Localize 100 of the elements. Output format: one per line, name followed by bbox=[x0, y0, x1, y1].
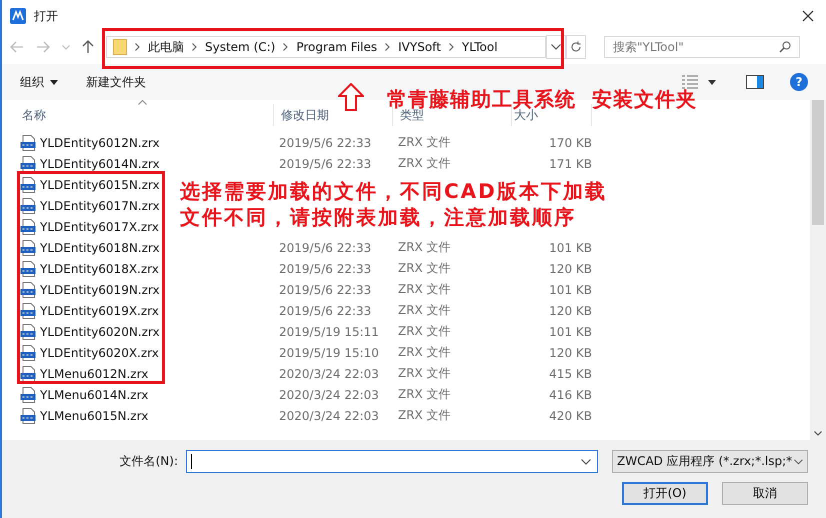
file-name[interactable]: YLMenu6014N.zrx bbox=[40, 388, 148, 402]
chevron-right-icon bbox=[283, 43, 288, 51]
file-icon bbox=[20, 260, 36, 276]
table-cell-text: 171 KB bbox=[548, 156, 592, 170]
file-name[interactable]: YLDEntity6020X.zrx bbox=[40, 346, 159, 360]
chevron-right-icon bbox=[385, 43, 390, 51]
file-icon bbox=[20, 134, 36, 150]
file-name[interactable]: YLDEntity6017X.zrx bbox=[40, 220, 159, 234]
file-name[interactable]: YLDEntity6017N.zrx bbox=[40, 198, 160, 212]
chevron-down-icon bbox=[551, 44, 561, 50]
caret-down-icon[interactable] bbox=[708, 80, 716, 84]
table-cell-text: ZRX 文件 bbox=[397, 386, 452, 403]
file-icon bbox=[20, 386, 36, 402]
table-cell-text: 2019/5/6 22:33 bbox=[278, 240, 372, 254]
breadcrumb-item[interactable]: 此电脑 bbox=[148, 38, 184, 56]
table-cell-text: 2020/3/24 22:03 bbox=[278, 388, 380, 402]
file-name[interactable]: YLMenu6012N.zrx bbox=[40, 366, 148, 380]
file-type-dropdown[interactable]: ZWCAD 应用程序 (*.zrx;*.lsp;* bbox=[612, 450, 808, 473]
search-icon bbox=[779, 41, 791, 53]
file-icon bbox=[20, 176, 36, 192]
table-cell-text: 416 KB bbox=[548, 388, 592, 402]
open-button[interactable]: 打开(O) bbox=[622, 482, 708, 505]
address-bar[interactable]: 此电脑 System (C:) Program Files IVYSoft YLTool bbox=[106, 36, 546, 58]
chevron-right-icon bbox=[192, 43, 197, 51]
table-cell-text: 2019/5/19 15:11 bbox=[278, 324, 380, 338]
caret-down-icon bbox=[50, 80, 58, 84]
table-cell-text: 415 KB bbox=[548, 366, 592, 380]
cancel-button[interactable]: 取消 bbox=[722, 482, 808, 505]
file-icon bbox=[20, 408, 36, 424]
table-cell-text: ZRX 文件 bbox=[397, 323, 452, 340]
table-cell-text: ZRX 文件 bbox=[397, 239, 452, 256]
chevron-down-icon[interactable] bbox=[814, 431, 822, 436]
sort-caret-icon bbox=[138, 100, 147, 105]
breadcrumb-item[interactable]: YLTool bbox=[462, 40, 498, 54]
table-cell-text: ZRX 文件 bbox=[397, 365, 452, 382]
table-cell-text: ZRX 文件 bbox=[397, 281, 452, 298]
scrollbar[interactable] bbox=[810, 100, 826, 440]
refresh-icon bbox=[570, 41, 582, 53]
breadcrumb-item[interactable]: Program Files bbox=[296, 40, 378, 54]
preview-pane-icon[interactable] bbox=[746, 75, 764, 89]
table-cell-text: 2019/5/6 22:33 bbox=[278, 282, 372, 296]
table-cell-text: 2019/5/6 22:33 bbox=[278, 156, 372, 170]
table-cell-text: ZRX 文件 bbox=[397, 407, 452, 424]
file-icon bbox=[20, 282, 36, 298]
file-icon bbox=[20, 302, 36, 318]
table-cell-text: 2019/5/6 22:33 bbox=[278, 304, 372, 318]
file-icon bbox=[20, 324, 36, 340]
table-cell-text: ZRX 文件 bbox=[397, 155, 452, 172]
up-arrow-icon[interactable] bbox=[82, 40, 94, 54]
refresh-button[interactable] bbox=[566, 35, 586, 59]
column-header[interactable]: 名称 bbox=[20, 104, 274, 126]
file-icon bbox=[20, 240, 36, 256]
file-name[interactable]: YLDEntity6015N.zrx bbox=[40, 178, 160, 192]
table-cell-text: ZRX 文件 bbox=[397, 260, 452, 277]
history-dropdown-button[interactable] bbox=[546, 35, 566, 59]
table-cell-text: 120 KB bbox=[548, 304, 592, 318]
table-cell-text: 101 KB bbox=[548, 282, 592, 296]
view-options-icon[interactable] bbox=[682, 75, 698, 89]
table-cell-text: 2020/3/24 22:03 bbox=[278, 366, 380, 380]
folder-icon bbox=[113, 39, 127, 55]
file-name[interactable]: YLDEntity6014N.zrx bbox=[40, 156, 160, 170]
file-icon bbox=[20, 366, 36, 382]
file-icon bbox=[20, 344, 36, 360]
table-cell-text: 101 KB bbox=[548, 324, 592, 338]
file-icon bbox=[20, 156, 36, 172]
table-cell-text: ZRX 文件 bbox=[397, 344, 452, 361]
file-name[interactable]: YLDEntity6019X.zrx bbox=[40, 304, 159, 318]
search-field[interactable]: 搜索"YLTool" bbox=[604, 36, 800, 58]
chevron-down-icon[interactable] bbox=[581, 458, 591, 464]
close-icon[interactable] bbox=[802, 10, 814, 22]
file-name[interactable]: YLDEntity6019N.zrx bbox=[40, 282, 160, 296]
file-name[interactable]: YLDEntity6018N.zrx bbox=[40, 240, 160, 254]
organize-menu[interactable]: 组织 bbox=[20, 74, 58, 90]
file-name[interactable]: YLDEntity6020N.zrx bbox=[40, 324, 160, 338]
help-button[interactable]: ? bbox=[790, 73, 808, 91]
app-icon bbox=[10, 8, 26, 24]
file-name[interactable]: YLDEntity6012N.zrx bbox=[40, 136, 160, 150]
chevron-right-icon bbox=[135, 43, 140, 51]
table-cell-text: 2019/5/6 22:33 bbox=[278, 262, 372, 276]
breadcrumb-item[interactable]: System (C:) bbox=[205, 40, 276, 54]
file-name[interactable]: YLDEntity6018X.zrx bbox=[40, 262, 159, 276]
chevron-down-icon bbox=[794, 458, 803, 464]
annotation-text: 选择需要加载的文件，不同CAD版本下加载 bbox=[180, 178, 607, 204]
file-name-field[interactable] bbox=[186, 450, 598, 473]
file-name[interactable]: YLMenu6015N.zrx bbox=[40, 408, 148, 422]
table-cell-text: 120 KB bbox=[548, 262, 592, 276]
file-name-label: 文件名(N): bbox=[120, 453, 178, 470]
annotation-text: 文件不同，请按附表加载，注意加载顺序 bbox=[180, 204, 576, 230]
table-cell-text: 2019/5/6 22:33 bbox=[278, 136, 372, 150]
chevron-right-icon bbox=[448, 43, 454, 51]
table-cell-text: 420 KB bbox=[548, 408, 592, 422]
new-folder-button[interactable]: 新建文件夹 bbox=[86, 74, 146, 90]
table-cell-text: 170 KB bbox=[548, 136, 592, 150]
table-cell-text: ZRX 文件 bbox=[397, 134, 452, 151]
table-cell-text: 101 KB bbox=[548, 240, 592, 254]
table-cell-text: ZRX 文件 bbox=[397, 302, 452, 319]
table-cell-text: 2020/3/24 22:03 bbox=[278, 408, 380, 422]
breadcrumb-item[interactable]: IVYSoft bbox=[398, 40, 441, 54]
file-icon bbox=[20, 198, 36, 214]
file-icon bbox=[20, 218, 36, 234]
